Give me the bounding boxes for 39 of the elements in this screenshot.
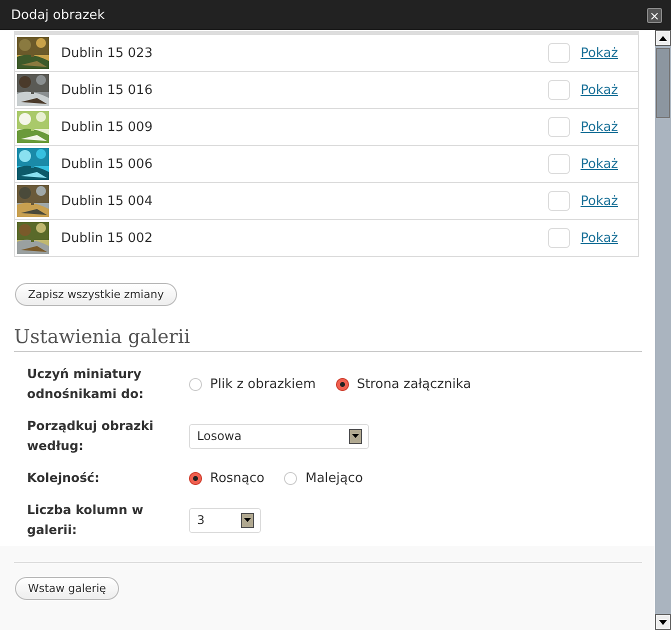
show-link[interactable]: Pokaż <box>580 156 618 172</box>
image-title: Dublin 15 004 <box>61 194 154 208</box>
option-label: Malejąco <box>305 470 363 486</box>
show-link[interactable]: Pokaż <box>580 82 618 98</box>
checkbox[interactable] <box>548 80 570 100</box>
field-label: Kolejność: <box>27 469 100 487</box>
dropdown[interactable]: 3 <box>189 508 261 532</box>
radio-button[interactable] <box>189 472 202 484</box>
image-title: Dublin 15 016 <box>61 82 154 98</box>
show-link[interactable]: Pokaż <box>580 46 618 60</box>
save-all-button[interactable]: Zapisz wszystkie zmiany <box>15 283 177 306</box>
checkbox[interactable] <box>548 228 570 248</box>
checkbox[interactable] <box>548 43 570 63</box>
field-label: Uczyń miniatury odnośnikami do: <box>27 365 145 403</box>
option-label: Rosnąco <box>210 470 264 486</box>
show-link[interactable]: Pokaż <box>580 120 618 134</box>
image-title: Dublin 15 002 <box>61 230 154 246</box>
scrollbar[interactable] <box>655 30 671 630</box>
scroll-up-icon[interactable] <box>655 30 671 46</box>
image-title: Dublin 15 006 <box>61 156 154 172</box>
insert-gallery-button[interactable]: Wstaw galerię <box>15 577 120 600</box>
checkbox[interactable] <box>548 117 570 137</box>
show-link[interactable]: Pokaż <box>580 230 618 246</box>
option-label: Plik z obrazkiem <box>210 376 316 392</box>
field-label: Liczba kolumn w galerii: <box>27 501 144 539</box>
window-title: Dodaj obrazek <box>11 8 105 22</box>
section-heading: Ustawienia galerii <box>14 326 642 352</box>
checkbox[interactable] <box>548 191 570 211</box>
checkbox[interactable] <box>548 154 570 174</box>
scroll-thumb[interactable] <box>656 48 670 118</box>
scroll-down-icon[interactable] <box>655 614 671 630</box>
image-title: Dublin 15 023 <box>61 46 154 60</box>
image-title: Dublin 15 009 <box>61 120 154 134</box>
show-link[interactable]: Pokaż <box>580 194 618 208</box>
option-label: Strona załącznika <box>356 376 472 392</box>
radio-button[interactable] <box>336 378 349 390</box>
field-label: Porządkuj obrazki według: <box>27 417 154 455</box>
dropdown[interactable]: Losowa <box>189 424 369 448</box>
close-button[interactable]: × <box>647 8 662 22</box>
